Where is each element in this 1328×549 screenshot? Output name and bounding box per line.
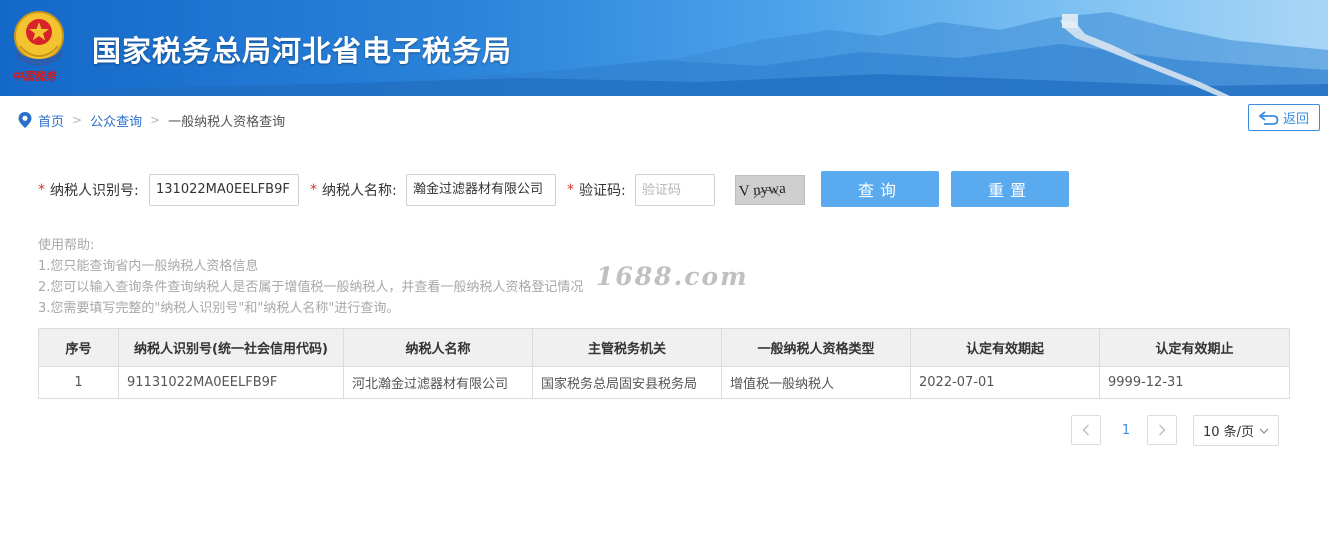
back-button-label: 返回 [1282, 112, 1309, 127]
column-header-valid-to: 认定有效期止 [1099, 328, 1290, 367]
page-size-label: 10 条/页 [1202, 425, 1255, 440]
captcha-label-group: * 验证码: [567, 174, 626, 206]
captcha-graphic: V nywa [738, 181, 786, 200]
chevron-down-icon [1259, 428, 1269, 434]
next-page-button[interactable] [1147, 415, 1177, 445]
taxpayer-name-label: 纳税人名称: [322, 183, 397, 199]
help-section: 使用帮助: 1.您只能查询省内一般纳税人资格信息 2.您可以输入查询条件查询纳税… [38, 235, 583, 319]
breadcrumb: 首页 > 公众查询 > 一般纳税人资格查询 [18, 110, 285, 130]
return-arrow-icon [1258, 110, 1279, 125]
query-button[interactable]: 查询 [821, 171, 939, 207]
column-header-taxpayer-name: 纳税人名称 [343, 328, 533, 367]
column-header-qualification-type: 一般纳税人资格类型 [721, 328, 911, 367]
location-pin-icon [18, 112, 32, 128]
cell-valid-from: 2022-07-01 [910, 366, 1100, 399]
required-mark: * [310, 182, 317, 198]
required-mark: * [38, 182, 45, 198]
help-line: 1.您只能查询省内一般纳税人资格信息 [38, 259, 259, 274]
back-button[interactable]: 返回 [1248, 104, 1320, 131]
help-line: 3.您需要填写完整的"纳税人识别号"和"纳税人名称"进行查询。 [38, 301, 400, 316]
cell-taxpayer-id: 91131022MA0EELFB9F [118, 366, 344, 399]
column-header-taxpayer-id: 纳税人识别号(统一社会信用代码) [118, 328, 344, 367]
table-header-row: 序号 纳税人识别号(统一社会信用代码) 纳税人名称 主管税务机关 一般纳税人资格… [38, 328, 1290, 367]
taxpayer-id-label-group: * 纳税人识别号: [38, 174, 139, 206]
breadcrumb-separator: > [150, 113, 161, 127]
prev-page-button[interactable] [1071, 415, 1101, 445]
taxpayer-id-input[interactable]: 131022MA0EELFB9F [149, 174, 299, 206]
captcha-image[interactable]: V nywa [735, 175, 805, 205]
breadcrumb-separator: > [72, 113, 83, 127]
results-table: 序号 纳税人识别号(统一社会信用代码) 纳税人名称 主管税务机关 一般纳税人资格… [38, 328, 1290, 399]
cell-tax-authority: 国家税务总局固安县税务局 [532, 366, 722, 399]
taxpayer-name-input[interactable]: 瀚金过滤器材有限公司 [406, 174, 556, 206]
captcha-image-text: V nywa [738, 181, 786, 200]
column-header-index: 序号 [38, 328, 119, 367]
cell-taxpayer-name: 河北瀚金过滤器材有限公司 [343, 366, 533, 399]
taxpayer-name-label-group: * 纳税人名称: [310, 174, 397, 206]
cell-qualification-type: 增值税一般纳税人 [721, 366, 911, 399]
table-row: 1 91131022MA0EELFB9F 河北瀚金过滤器材有限公司 国家税务总局… [38, 366, 1290, 399]
reset-button[interactable]: 重置 [951, 171, 1069, 207]
seal-text: 中国税务 [12, 70, 56, 83]
cell-index: 1 [38, 366, 119, 399]
column-header-tax-authority: 主管税务机关 [532, 328, 722, 367]
site-title: 国家税务总局河北省电子税务局 [92, 34, 513, 68]
help-title: 使用帮助: [38, 238, 95, 253]
captcha-input[interactable] [635, 174, 715, 206]
breadcrumb-public-query-link[interactable]: 公众查询 [90, 111, 142, 130]
chevron-left-icon [1082, 424, 1089, 436]
chevron-right-icon [1159, 424, 1166, 436]
breadcrumb-current: 一般纳税人资格查询 [168, 114, 286, 130]
watermark: 1688.com [596, 262, 749, 291]
page-size-select[interactable]: 10 条/页 [1193, 415, 1279, 446]
column-header-valid-from: 认定有效期起 [910, 328, 1100, 367]
help-line: 2.您可以输入查询条件查询纳税人是否属于增值税一般纳税人，并查看一般纳税人资格登… [38, 280, 584, 295]
taxpayer-id-label: 纳税人识别号: [50, 183, 139, 199]
captcha-label: 验证码: [579, 183, 626, 199]
cell-valid-to: 9999-12-31 [1099, 366, 1290, 399]
required-mark: * [567, 182, 574, 198]
header-banner: 中国税务 国家税务总局河北省电子税务局 [0, 0, 1328, 96]
page-number-current[interactable]: 1 [1111, 415, 1141, 445]
breadcrumb-home-link[interactable]: 首页 [38, 111, 64, 130]
